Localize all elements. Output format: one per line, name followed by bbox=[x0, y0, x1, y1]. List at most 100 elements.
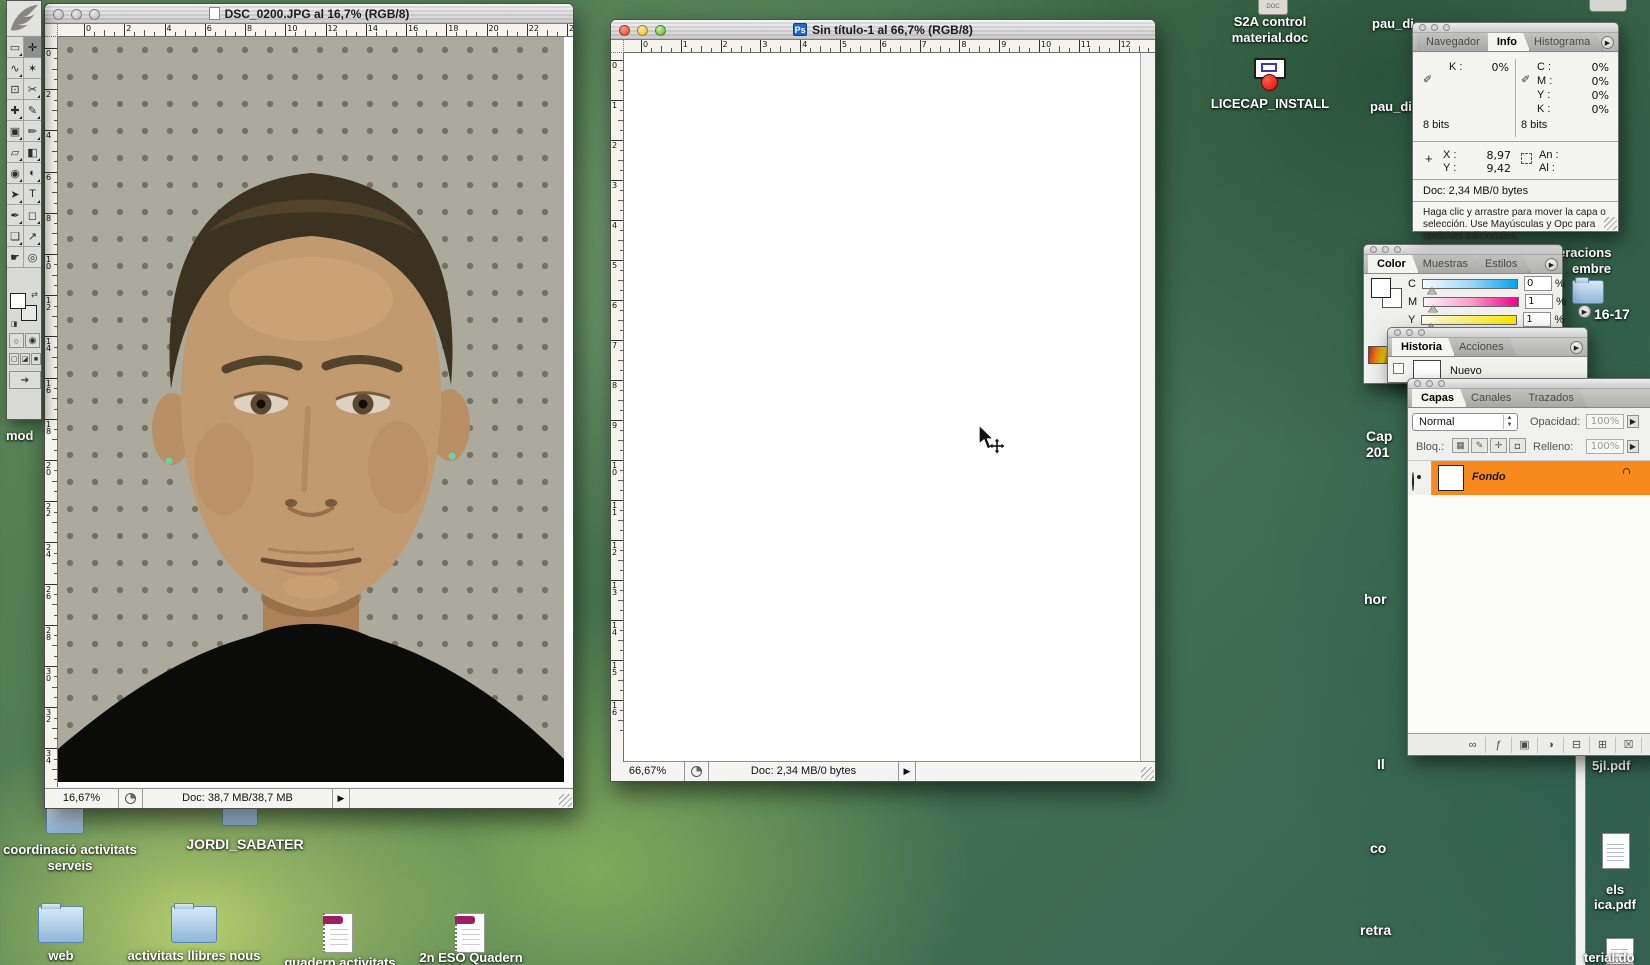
adjustment-layer-icon[interactable]: ◑ bbox=[1538, 737, 1564, 753]
desktop-icon-terial-doc[interactable]: terial.do bbox=[1584, 950, 1635, 965]
hand-tool[interactable]: ☛ bbox=[7, 247, 24, 268]
history-brush-tool[interactable]: ✏ bbox=[24, 121, 41, 142]
dodge-tool[interactable]: ◐ bbox=[24, 163, 41, 184]
palette-menu-button[interactable]: ▶ bbox=[1545, 258, 1558, 271]
stepper-icon[interactable]: ▲▼ bbox=[1503, 415, 1515, 429]
tab-color[interactable]: Color bbox=[1368, 255, 1419, 273]
notes-tool[interactable]: ❏ bbox=[7, 226, 24, 247]
slider-track[interactable] bbox=[1423, 297, 1519, 307]
status-menu-button[interactable]: ▶ bbox=[333, 789, 350, 808]
color-slider-c[interactable]: C0% bbox=[1408, 276, 1565, 291]
desktop-icon-cap-line1[interactable]: Cap bbox=[1366, 428, 1392, 444]
zoom-level-field[interactable]: 66,67% bbox=[611, 762, 685, 781]
lock-position-icon[interactable]: ✛ bbox=[1490, 438, 1507, 453]
horizontal-ruler[interactable]: 0123456789101112 bbox=[624, 40, 1155, 53]
tab-trazados[interactable]: Trazados bbox=[1519, 389, 1586, 407]
close-button[interactable] bbox=[619, 25, 630, 36]
clone-stamp-tool[interactable]: ▣ bbox=[7, 121, 24, 142]
layer-name[interactable]: Fondo bbox=[1472, 471, 1506, 483]
slider-value-field[interactable]: 0 bbox=[1524, 276, 1552, 291]
desktop-icon-jordi-label[interactable]: JORDI_SABATER bbox=[185, 836, 305, 852]
desktop-icon-s2a-line1[interactable]: S2A control bbox=[1185, 14, 1355, 29]
close-button[interactable] bbox=[53, 9, 64, 20]
color-slider-y[interactable]: Y1% bbox=[1408, 312, 1564, 327]
minimize-button[interactable] bbox=[637, 25, 648, 36]
lock-transparency-icon[interactable]: ▦ bbox=[1452, 438, 1469, 453]
lock-all-icon[interactable]: ◘ bbox=[1509, 438, 1526, 453]
canvas-area-1[interactable] bbox=[58, 37, 573, 787]
canvas-area-2[interactable] bbox=[624, 53, 1155, 762]
notebook-icon-eso[interactable] bbox=[455, 913, 485, 953]
layer-visibility-eye-icon[interactable] bbox=[1412, 472, 1414, 491]
folder-icon-llibres[interactable] bbox=[171, 906, 217, 943]
desktop-icon-cap-line2[interactable]: 201 bbox=[1366, 444, 1389, 460]
folder-icon-web[interactable] bbox=[38, 906, 84, 943]
quick-mask-mode-button[interactable]: ◉ bbox=[25, 333, 40, 348]
horizontal-ruler[interactable]: 024681012141618202224 bbox=[58, 24, 573, 37]
tab-info[interactable]: Info bbox=[1488, 33, 1530, 51]
blend-mode-select[interactable]: Normal ▲▼ bbox=[1412, 413, 1518, 431]
slider-track[interactable] bbox=[1421, 315, 1517, 325]
desktop-icon-ica-pdf[interactable]: ica.pdf bbox=[1594, 897, 1636, 912]
shape-tool[interactable]: ◻ bbox=[24, 205, 41, 226]
foreground-color-swatch[interactable] bbox=[10, 293, 26, 309]
tab-muestras[interactable]: Muestras bbox=[1414, 255, 1481, 273]
desktop-icon-coordinacio-line2[interactable]: serveis bbox=[0, 858, 140, 873]
slider-value-field[interactable]: 1 bbox=[1523, 312, 1551, 327]
healing-brush-tool[interactable]: ✚ bbox=[7, 100, 24, 121]
tab-navegador[interactable]: Navegador bbox=[1417, 33, 1493, 51]
resize-grip[interactable] bbox=[559, 794, 572, 807]
type-tool[interactable]: T bbox=[24, 184, 41, 205]
folder-icon-coordinacio[interactable] bbox=[46, 806, 84, 834]
history-item-label[interactable]: Nuevo bbox=[1450, 365, 1482, 377]
eraser-tool[interactable]: ▱ bbox=[7, 142, 24, 163]
path-selection-tool[interactable]: ➤ bbox=[7, 184, 24, 205]
tab-capas[interactable]: Capas bbox=[1412, 389, 1467, 407]
licecap-icon[interactable] bbox=[1250, 58, 1290, 96]
swap-colors-icon[interactable]: ⇄ bbox=[29, 289, 40, 300]
palette-titlebar[interactable] bbox=[1364, 245, 1562, 255]
desktop-icon-els[interactable]: els bbox=[1606, 882, 1624, 897]
folder-icon-right[interactable] bbox=[1572, 280, 1604, 304]
document-window-sin-titulo[interactable]: Ps Sin título-1 al 66,7% (RGB/8) 0123456… bbox=[610, 19, 1156, 782]
pen-tool[interactable]: ✒ bbox=[7, 205, 24, 226]
status-menu-button[interactable]: ▶ bbox=[899, 762, 916, 781]
tab-historia[interactable]: Historia bbox=[1392, 338, 1455, 356]
palette-titlebar[interactable] bbox=[1388, 328, 1587, 338]
layer-thumbnail[interactable] bbox=[1438, 465, 1464, 491]
desktop-icon-5jl-pdf[interactable]: 5jl.pdf bbox=[1592, 758, 1630, 773]
palette-menu-button[interactable]: ▶ bbox=[1570, 341, 1583, 354]
link-layers-icon[interactable]: ∞ bbox=[1460, 737, 1486, 753]
slider-track[interactable] bbox=[1422, 279, 1518, 289]
desktop-icon-web-label[interactable]: web bbox=[30, 948, 92, 963]
slider-value-field[interactable]: 1 bbox=[1525, 294, 1553, 309]
magic-wand-tool[interactable]: ✶ bbox=[24, 58, 41, 79]
palette-menu-button[interactable]: ▶ bbox=[1601, 36, 1614, 49]
layer-row-fondo[interactable]: Fondo bbox=[1408, 460, 1650, 495]
desktop-icon-eracions[interactable]: eracions bbox=[1558, 245, 1611, 260]
desktop-icon-mod[interactable]: mod bbox=[6, 428, 33, 443]
crop-tool[interactable]: ⊡ bbox=[7, 79, 24, 100]
opacity-slider-button[interactable]: ▶ bbox=[1627, 415, 1639, 428]
zoom-button[interactable] bbox=[655, 25, 666, 36]
desktop-icon-licecap-label[interactable]: LICECAP_INSTALL bbox=[1180, 96, 1360, 111]
fill-slider-button[interactable]: ▶ bbox=[1627, 440, 1639, 453]
pdf-file-icon-right[interactable] bbox=[1602, 833, 1630, 869]
brush-tool[interactable]: ✎ bbox=[24, 100, 41, 121]
move-tool[interactable]: ✛ bbox=[24, 37, 41, 58]
foreground-color-swatch[interactable] bbox=[1371, 278, 1391, 298]
color-slider-m[interactable]: M1% bbox=[1408, 294, 1566, 309]
default-colors-icon[interactable]: ◨ bbox=[9, 319, 19, 329]
tab-acciones[interactable]: Acciones bbox=[1450, 338, 1517, 356]
desktop-icon-retra[interactable]: retra bbox=[1360, 922, 1391, 938]
zoom-button[interactable] bbox=[89, 9, 100, 20]
screen-mode-standard-button[interactable]: ▢ bbox=[9, 353, 19, 365]
document-window-dsc0200[interactable]: DSC_0200.JPG al 16,7% (RGB/8) 0246810121… bbox=[44, 3, 574, 809]
palette-titlebar[interactable] bbox=[1413, 23, 1618, 33]
opacity-value-field[interactable]: 100% bbox=[1586, 414, 1624, 429]
tab-canales[interactable]: Canales bbox=[1462, 389, 1524, 407]
rectangular-marquee-tool[interactable]: ▭ bbox=[7, 37, 24, 58]
window2-titlebar[interactable]: Ps Sin título-1 al 66,7% (RGB/8) bbox=[611, 20, 1155, 40]
desktop-icon-eso-label[interactable]: 2n ESO Quadern bbox=[412, 950, 530, 965]
delete-layer-icon[interactable]: ☒ bbox=[1616, 737, 1642, 753]
